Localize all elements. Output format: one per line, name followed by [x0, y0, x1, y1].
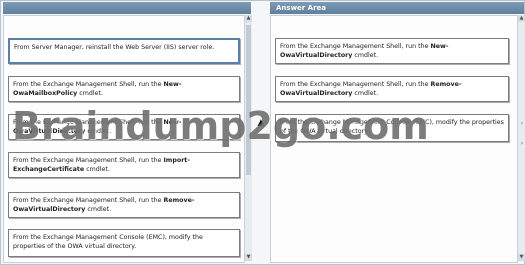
scroll-down-icon[interactable]: ▼	[518, 254, 525, 261]
answer-text: From the Exchange Management Shell, run …	[280, 81, 431, 88]
answer-item[interactable]: From the Exchange Management Shell, run …	[275, 38, 509, 64]
options-header	[3, 2, 251, 14]
options-scrollbar[interactable]: ▲ ▼	[244, 15, 252, 261]
option-text: From Server Manager, reinstall the Web S…	[14, 44, 215, 51]
option-item[interactable]: From the Exchange Management Shell, run …	[8, 114, 240, 140]
scroll-down-icon[interactable]: ▼	[245, 254, 252, 261]
option-item[interactable]: From the Exchange Management Shell, run …	[8, 192, 240, 218]
option-text-end: cmdlet.	[84, 166, 110, 173]
answer-scrollbar[interactable]: ▲ ▼	[517, 15, 525, 261]
option-item[interactable]: From the Exchange Management Console (EM…	[8, 229, 240, 257]
answer-item[interactable]: From the Exchange Management Console (EM…	[275, 114, 509, 142]
option-text-end: cmdlet.	[77, 90, 103, 97]
option-text: From the Exchange Management Console (EM…	[13, 234, 203, 250]
option-item[interactable]: From the Exchange Management Shell, run …	[8, 152, 240, 178]
move-arrow-icon[interactable]: ▲	[256, 118, 266, 128]
option-text: From the Exchange Management Shell, run …	[13, 157, 164, 164]
option-text: From the Exchange Management Shell, run …	[13, 81, 164, 88]
scroll-thumb[interactable]	[246, 25, 251, 175]
option-text: From the Exchange Management Shell, run …	[13, 119, 164, 126]
scroll-up-icon[interactable]: ▲	[518, 15, 525, 22]
option-text-end: cmdlet.	[85, 128, 112, 135]
scroll-up-icon[interactable]: ▲	[245, 15, 252, 22]
option-text-end: cmdlet.	[85, 206, 112, 213]
answer-area-header: Answer Area	[270, 2, 524, 14]
option-item[interactable]: From the Exchange Management Shell, run …	[8, 76, 240, 102]
answer-text-end: cmdlet.	[352, 52, 379, 59]
answer-text-end: cmdlet.	[352, 90, 379, 97]
option-text: From the Exchange Management Shell, run …	[13, 197, 164, 204]
answer-item[interactable]: From the Exchange Management Shell, run …	[275, 76, 509, 102]
chevron-right-icon[interactable]: ›	[519, 120, 525, 128]
option-item[interactable]: From Server Manager, reinstall the Web S…	[8, 38, 240, 64]
chevron-right-icon[interactable]: ›	[519, 140, 525, 148]
answer-text: From the Exchange Management Console (EM…	[280, 119, 504, 135]
answer-text: From the Exchange Management Shell, run …	[280, 43, 431, 50]
answer-area-title: Answer Area	[276, 4, 327, 12]
